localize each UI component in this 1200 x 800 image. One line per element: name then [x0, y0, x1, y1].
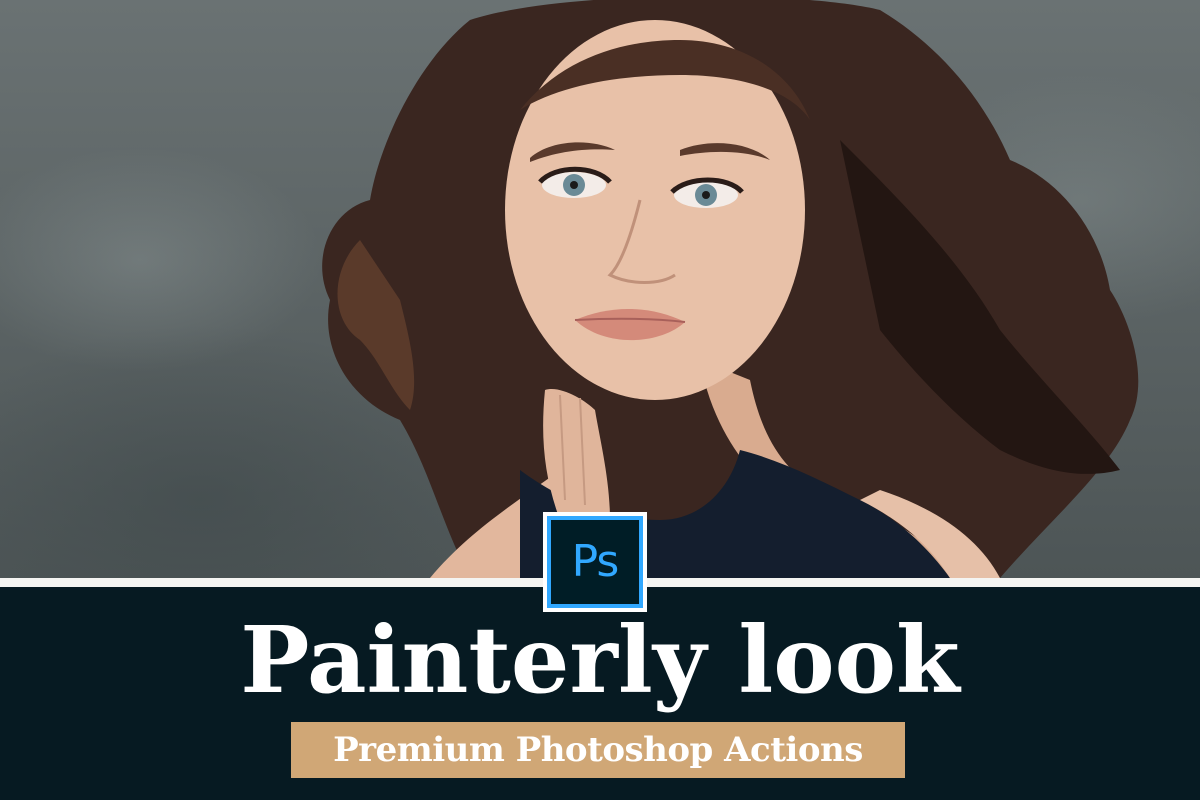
subtitle-text: Premium Photoshop Actions: [333, 730, 863, 770]
portrait-photo: [0, 0, 1200, 578]
photoshop-logo: Ps: [543, 512, 647, 612]
page-title: Painterly look: [240, 606, 960, 714]
photoshop-logo-inner: Ps: [547, 516, 643, 608]
subtitle-box: Premium Photoshop Actions: [291, 722, 905, 778]
promo-banner: Ps Painterly look Premium Photoshop Acti…: [0, 0, 1200, 800]
photoshop-icon: Ps: [571, 536, 620, 587]
